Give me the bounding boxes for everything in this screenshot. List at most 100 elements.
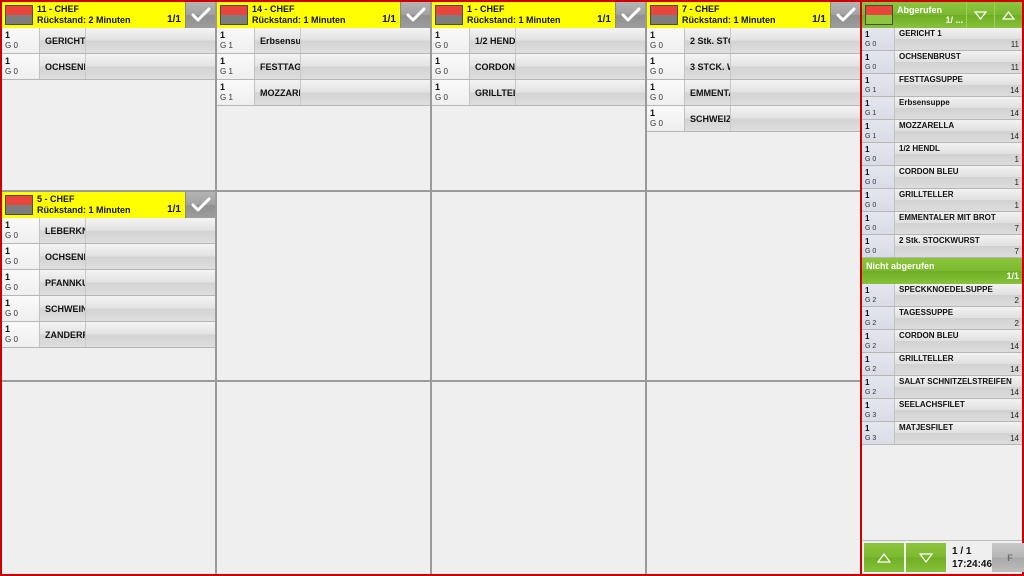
order-item-row[interactable]: 1G 0 OCHSENBRUST xyxy=(2,54,215,80)
item-course: G 3 xyxy=(865,411,877,419)
item-name: MOZZARELLA xyxy=(899,121,955,130)
item-quantity: 1 xyxy=(865,308,870,318)
item-quantity-cell: 1G 2 xyxy=(862,376,895,398)
item-name: 1/2 HENDL xyxy=(899,144,940,153)
nicht-abgerufen-row[interactable]: 1G 2 CORDON BLEU 14 xyxy=(862,330,1022,353)
order-confirm-button[interactable] xyxy=(185,192,215,218)
abgerufen-row[interactable]: 1G 1 FESTTAGSUPPE 14 xyxy=(862,74,1022,97)
abgerufen-row[interactable]: 1G 0 EMMENTALER MIT BROT 7 xyxy=(862,212,1022,235)
section-header-abgerufen[interactable]: Abgerufen 1/ ... xyxy=(862,2,1022,28)
order-item-row[interactable]: 1G 0 GRILLTELLER xyxy=(432,80,645,106)
item-quantity-cell: 1G 0 xyxy=(862,28,895,50)
order-ticket[interactable]: 5 - CHEF Rückstand: 1 Minuten 1/1 1 G 0 LEBER… xyxy=(2,192,215,380)
order-item-row[interactable]: 1G 1 Erbsensuppe xyxy=(217,28,430,54)
order-item-row[interactable]: 1G 1 FESTTAGSUPPE xyxy=(217,54,430,80)
abgerufen-row[interactable]: 1G 0 2 Stk. STOCKWURST 7 xyxy=(862,235,1022,258)
item-detail-cell xyxy=(515,54,645,79)
item-name: GRILLTELLER xyxy=(475,87,515,98)
nicht-abgerufen-row[interactable]: 1G 3 MATJESFILET 14 xyxy=(862,422,1022,445)
order-item-row[interactable]: 1G 1 MOZZARELLA xyxy=(217,80,430,106)
abgerufen-row[interactable]: 1G 0 GRILLTELLER 1 xyxy=(862,189,1022,212)
item-name-cell: EMMENTALER MIT BROT xyxy=(685,80,730,105)
item-quantity-cell: 1G 3 xyxy=(862,399,895,421)
order-item-list: 1G 0LEBERKNÖDELSUPPE1G 0OCHSENBRUST SEN.… xyxy=(2,218,215,380)
order-confirm-button[interactable] xyxy=(400,2,430,28)
nicht-abgerufen-row[interactable]: 1G 3 SEELACHSFILET 14 xyxy=(862,399,1022,422)
nicht-abgerufen-row[interactable]: 1G 2 SPECKKNOEDELSUPPE 2 xyxy=(862,284,1022,307)
abgerufen-row[interactable]: 1G 0 1/2 HENDL 1 xyxy=(862,143,1022,166)
triangle-down-icon xyxy=(974,10,987,20)
page-down-button[interactable] xyxy=(906,543,946,572)
order-item-row[interactable]: 1G 0 OCHSENBRUST SEN. xyxy=(2,244,215,270)
nicht-abgerufen-row[interactable]: 1G 2 SALAT SCHNITZELSTREIFEN 14 xyxy=(862,376,1022,399)
abgerufen-row[interactable]: 1G 0 GERICHT 1 11 xyxy=(862,28,1022,51)
order-item-row[interactable]: 1G 0 2 Stk. STOCKWURST xyxy=(647,28,860,54)
order-header-text: 14 - CHEF Rückstand: 1 Minuten xyxy=(252,2,380,28)
order-confirm-button[interactable] xyxy=(185,2,215,28)
order-flag-icon xyxy=(220,5,248,25)
item-course: G 0 xyxy=(5,309,18,318)
scroll-up-button-abgerufen[interactable] xyxy=(994,2,1022,28)
item-detail-cell xyxy=(515,80,645,105)
order-count: 1/1 xyxy=(812,14,826,25)
item-table-number: 14 xyxy=(1010,388,1019,397)
order-item-row[interactable]: 1G 0 ZANDERFILET xyxy=(2,322,215,348)
item-quantity: 1 xyxy=(5,56,11,66)
order-item-row[interactable]: 1G 0 SCHWEIZER WURSTSALAT xyxy=(647,106,860,132)
item-quantity-cell: 1G 0 xyxy=(647,106,685,131)
abgerufen-row[interactable]: 1G 0 CORDON BLEU 1 xyxy=(862,166,1022,189)
order-flag-icon xyxy=(435,5,463,25)
order-count: 1/1 xyxy=(597,14,611,25)
order-ticket[interactable]: 11 - CHEF Rückstand: 2 Minuten 1/1 1 G 0 GERI… xyxy=(2,2,215,190)
order-item-list: 1G 0GERICHT 11G 0OCHSENBRUST xyxy=(2,28,215,190)
order-ticket[interactable]: 1 - CHEF Rückstand: 1 Minuten 1/1 1 G 0 1/2 H… xyxy=(432,2,645,190)
item-name: GERICHT 1 xyxy=(45,35,85,46)
page-up-button[interactable] xyxy=(864,543,904,572)
abgerufen-row[interactable]: 1G 0 OCHSENBRUST 11 xyxy=(862,51,1022,74)
item-quantity: 1 xyxy=(865,213,870,223)
item-course: G 2 xyxy=(865,388,877,396)
item-name-cell: 3 STCK. WEISSWURST xyxy=(685,54,730,79)
order-item-row[interactable]: 1G 0 3 STCK. WEISSWURST xyxy=(647,54,860,80)
abgerufen-row[interactable]: 1G 1 MOZZARELLA 14 xyxy=(862,120,1022,143)
item-detail-cell xyxy=(300,54,430,79)
item-name: SPECKKNOEDELSUPPE xyxy=(899,285,993,294)
item-name: TAGESSUPPE xyxy=(899,308,954,317)
item-name-cell: SALAT SCHNITZELSTREIFEN xyxy=(895,376,1022,398)
item-name: CORDON BLEU xyxy=(899,331,959,340)
order-count: 1/1 xyxy=(167,204,181,215)
order-item-row[interactable]: 1G 0 EMMENTALER MIT BROT xyxy=(647,80,860,106)
item-name-cell: MATJESFILET xyxy=(895,422,1022,444)
item-quantity: 1 xyxy=(865,98,870,108)
item-name: PFANNKUCHENSUPPE xyxy=(45,277,85,288)
item-quantity-cell: 1G 0 xyxy=(2,54,40,79)
clock-display: 17:24:46 xyxy=(952,558,993,570)
item-course: G 3 xyxy=(865,434,877,442)
order-header: 11 - CHEF Rückstand: 2 Minuten 1/1 xyxy=(2,2,215,28)
order-flag-icon xyxy=(650,5,678,25)
item-name: GERICHT 1 xyxy=(899,29,942,38)
scroll-down-button-abgerufen[interactable] xyxy=(966,2,994,28)
order-ticket[interactable]: 14 - CHEF Rückstand: 1 Minuten 1/1 1 G 1 Erbs… xyxy=(217,2,430,190)
item-table-number: 7 xyxy=(1014,247,1019,256)
item-name-cell: OCHSENBRUST xyxy=(40,54,85,79)
function-button[interactable]: F xyxy=(992,543,1024,572)
order-item-row[interactable]: 1G 0 CORDON BLEU xyxy=(432,54,645,80)
item-name-cell: GERICHT 1 xyxy=(895,28,1022,50)
item-course: G 0 xyxy=(435,41,448,50)
checkmark-icon xyxy=(621,7,640,22)
section-header-nicht-abgerufen[interactable]: Nicht abgerufen 1/1 xyxy=(862,258,1022,284)
order-item-row[interactable]: 1G 0 GERICHT 1 xyxy=(2,28,215,54)
order-item-row[interactable]: 1G 0 1/2 HENDL xyxy=(432,28,645,54)
nicht-abgerufen-row[interactable]: 1G 2 TAGESSUPPE 2 xyxy=(862,307,1022,330)
order-confirm-button[interactable] xyxy=(615,2,645,28)
order-item-row[interactable]: 1G 0 SCHWEINEBRATEN SEN. xyxy=(2,296,215,322)
item-course: G 0 xyxy=(5,41,18,50)
order-item-row[interactable]: 1G 0 LEBERKNÖDELSUPPE xyxy=(2,218,215,244)
order-ticket[interactable]: 7 - CHEF Rückstand: 1 Minuten 1/1 1 G 02 Stk… xyxy=(647,2,860,190)
nicht-abgerufen-row[interactable]: 1G 2 GRILLTELLER 14 xyxy=(862,353,1022,376)
order-item-row[interactable]: 1G 0 PFANNKUCHENSUPPE xyxy=(2,270,215,296)
item-name-cell: MOZZARELLA xyxy=(255,80,300,105)
abgerufen-row[interactable]: 1G 1 Erbsensuppe 14 xyxy=(862,97,1022,120)
order-confirm-button[interactable] xyxy=(830,2,860,28)
